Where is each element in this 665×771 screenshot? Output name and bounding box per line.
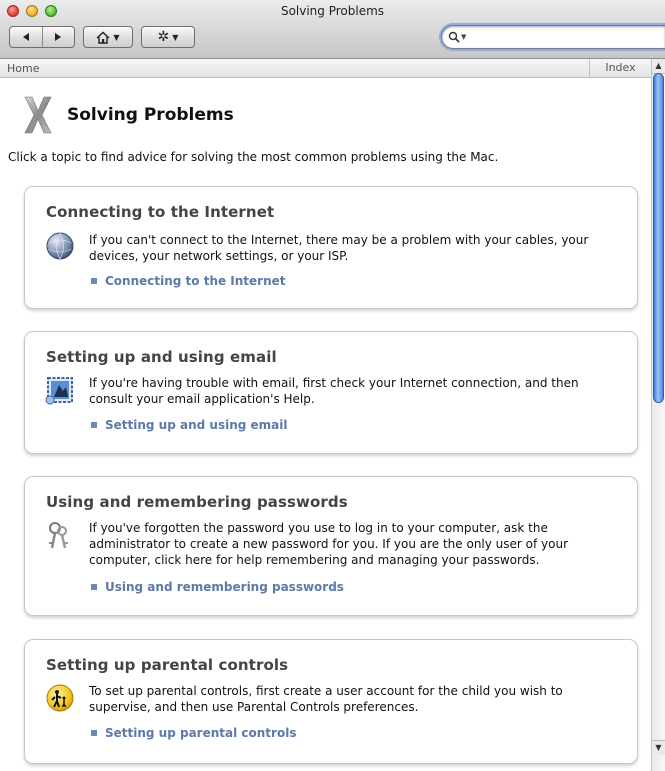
home-button[interactable]: ▼ [83, 26, 133, 48]
topic-link-passwords[interactable]: Using and remembering passwords [91, 580, 344, 594]
card-description: If you've forgotten the password you use… [89, 521, 569, 567]
help-content: Solving Problems Click a topic to find a… [0, 78, 651, 771]
topic-card-passwords: Using and remembering passwords If you'v… [24, 476, 638, 616]
forward-button[interactable] [41, 27, 75, 47]
forward-arrow-icon [55, 33, 62, 41]
scroll-thumb[interactable] [653, 73, 664, 403]
scroll-down-arrow-icon[interactable]: ▼ [652, 740, 665, 755]
back-forward-group [9, 26, 75, 48]
card-title: Setting up and using email [46, 348, 277, 366]
mac-os-x-logo-icon [24, 96, 52, 134]
topic-card-email: Setting up and using email If you're hav… [24, 331, 638, 454]
card-title: Using and remembering passwords [46, 493, 348, 511]
topic-card-parental-controls: Setting up parental controls To set up p… [24, 639, 638, 764]
gear-icon: ✲ [157, 29, 170, 45]
vertical-scrollbar[interactable]: ▲ ▼ [651, 59, 665, 771]
index-button[interactable]: Index [589, 59, 651, 77]
topic-link-parental-controls[interactable]: Setting up parental controls [91, 726, 296, 740]
link-label: Using and remembering passwords [105, 580, 344, 594]
topic-card-internet: Connecting to the Internet If you can't … [24, 186, 638, 309]
bullet-square-icon [91, 278, 97, 284]
house-icon [96, 31, 110, 44]
search-icon[interactable]: ▼ [448, 31, 468, 43]
search-input[interactable] [468, 27, 652, 47]
topic-link-email[interactable]: Setting up and using email [91, 418, 287, 432]
card-title: Setting up parental controls [46, 656, 289, 674]
back-button[interactable] [10, 27, 42, 47]
link-label: Connecting to the Internet [105, 274, 286, 288]
bullet-square-icon [91, 584, 97, 590]
card-title: Connecting to the Internet [46, 203, 275, 221]
window-toolbar: Solving Problems ▼ ✲ ▼ ▼ [0, 0, 665, 59]
card-description: If you can't connect to the Internet, th… [89, 233, 589, 263]
help-viewer-window: Solving Problems ▼ ✲ ▼ ▼ Home Index ▲ ▼ … [0, 0, 665, 771]
link-label: Setting up parental controls [105, 726, 297, 740]
window-title: Solving Problems [280, 4, 385, 18]
card-description: To set up parental controls, first creat… [89, 684, 563, 714]
action-menu-button[interactable]: ✲ ▼ [141, 26, 195, 48]
chevron-down-icon: ▼ [113, 32, 120, 42]
keys-icon [49, 522, 68, 549]
page-header: Solving Problems [23, 96, 234, 134]
search-field[interactable]: ▼ [441, 25, 665, 49]
topic-link-internet[interactable]: Connecting to the Internet [91, 274, 286, 288]
page-title: Solving Problems [67, 105, 234, 125]
bullet-square-icon [91, 422, 97, 428]
intro-text: Click a topic to find advice for solving… [8, 150, 499, 164]
scroll-up-arrow-icon[interactable]: ▲ [652, 59, 665, 74]
parental-controls-icon [46, 684, 74, 712]
bullet-square-icon [91, 730, 97, 736]
mail-stamp-icon [45, 377, 73, 405]
breadcrumb: Home Index [0, 59, 651, 78]
card-description: If you're having trouble with email, fir… [89, 376, 579, 406]
link-label: Setting up and using email [105, 418, 288, 432]
breadcrumb-home-link[interactable]: Home [7, 62, 39, 75]
network-globe-icon [46, 232, 74, 260]
chevron-down-icon: ▼ [172, 32, 179, 42]
back-arrow-icon [22, 33, 29, 41]
